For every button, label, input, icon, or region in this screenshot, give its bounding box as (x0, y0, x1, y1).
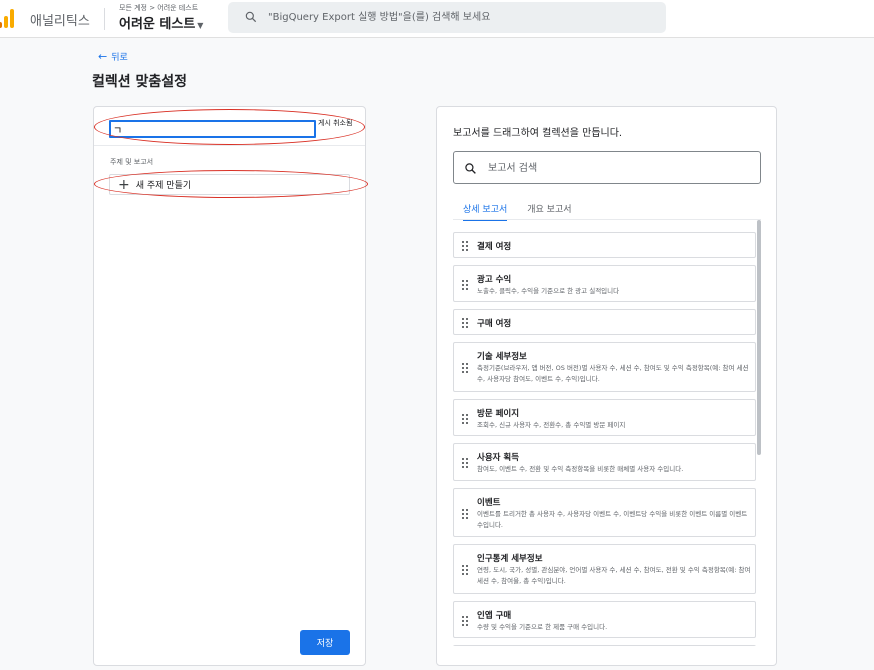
app-name: 애널리틱스 (30, 14, 90, 29)
report-title: 광고 수익 (477, 275, 512, 285)
drag-handle-icon[interactable] (462, 565, 470, 575)
report-title: 이벤트 (477, 498, 501, 508)
report-library-panel: 보고서를 드래그하여 컬렉션을 만듭니다. 상세 보고서 개요 보고서 결제 여… (436, 106, 777, 666)
save-button[interactable]: 저장 (300, 630, 350, 655)
global-search[interactable] (228, 2, 666, 33)
drag-handle-icon[interactable] (462, 318, 470, 328)
drag-handle-icon[interactable] (462, 363, 470, 373)
report-title: 인구통계 세부정보 (477, 554, 543, 564)
cancel-edit-label[interactable]: 게시 취소됨 (318, 118, 360, 128)
report-description: 수량 및 수익을 기준으로 한 제품 구매 수입니다. (477, 623, 608, 631)
collection-name-input[interactable] (109, 120, 316, 138)
report-card[interactable]: 광고 수익 노출수, 클릭수, 수익을 기준으로 한 광고 실적입니다 (453, 265, 756, 302)
report-card[interactable]: 방문 페이지 조회수, 신규 사용자 수, 전환수, 총 수익별 방문 페이지 (453, 399, 756, 436)
drag-handle-icon[interactable] (462, 414, 470, 424)
divider (94, 145, 365, 146)
property-name: 어려운 테스트 (119, 17, 196, 32)
report-title: 구매 여정 (477, 319, 512, 329)
logo-bar-large (10, 9, 14, 28)
new-topic-button[interactable]: + 새 주제 만들기 (109, 174, 350, 195)
collection-editor-panel: 게시 취소됨 주제 및 보고서 + 새 주제 만들기 저장 (93, 106, 366, 666)
property-selector[interactable]: 어려운 테스트 ▼ (119, 13, 203, 32)
report-title: 방문 페이지 (477, 409, 520, 419)
report-description: 이벤트를 트리거한 총 사용자 수, 사용자당 이벤트 수, 이벤트당 수익을 … (477, 510, 748, 529)
search-icon (465, 163, 476, 174)
report-card[interactable]: 인앱 구매 수량 및 수익을 기준으로 한 제품 구매 수입니다. (453, 601, 756, 638)
report-description: 참여도, 이벤트 수, 전환 및 수익 측정항목을 비롯한 매체별 사용자 수입… (477, 465, 684, 473)
analytics-logo-icon[interactable] (0, 8, 18, 28)
report-card[interactable]: 인구통계 세부정보 연령, 도시, 국가, 성별, 관심분야, 언어별 사용자 … (453, 544, 756, 594)
top-bar: 애널리틱스 모든 계정 > 어려운 테스트 어려운 테스트 ▼ (0, 0, 874, 38)
report-title: 사용자 획득 (477, 453, 520, 463)
report-card[interactable]: 기술 세부정보 측정기준(브라우저, 앱 버전, OS 버전)별 사용자 수, … (453, 342, 756, 392)
page-title: 컬렉션 맞춤설정 (92, 74, 188, 90)
logo-bar-small (0, 22, 2, 28)
report-description: 측정기준(브라우저, 앱 버전, OS 버전)별 사용자 수, 세션 수, 참여… (477, 364, 749, 383)
arrow-back-icon: ← (98, 50, 108, 63)
report-card[interactable]: 결제 여정 (453, 232, 756, 258)
back-label: 뒤로 (111, 53, 128, 63)
report-card[interactable] (453, 645, 756, 646)
report-card[interactable]: 구매 여정 (453, 309, 756, 335)
report-description: 조회수, 신규 사용자 수, 전환수, 총 수익별 방문 페이지 (477, 421, 626, 429)
drag-hint: 보고서를 드래그하여 컬렉션을 만듭니다. (453, 128, 623, 139)
topics-section-label: 주제 및 보고서 (110, 158, 154, 166)
account-breadcrumb[interactable]: 모든 계정 > 어려운 테스트 (119, 3, 198, 13)
report-title: 결제 여정 (477, 242, 512, 252)
global-search-input[interactable] (268, 8, 648, 27)
report-description: 연령, 도시, 국가, 성별, 관심분야, 언어별 사용자 수, 세션 수, 참… (477, 566, 751, 585)
drag-handle-icon[interactable] (462, 458, 470, 468)
back-link[interactable]: ← 뒤로 (98, 50, 128, 63)
header-divider (104, 8, 105, 30)
report-list: 결제 여정 광고 수익 노출수, 클릭수, 수익을 기준으로 한 광고 실적입니… (453, 232, 757, 646)
report-description: 노출수, 클릭수, 수익을 기준으로 한 광고 실적입니다 (477, 287, 620, 295)
report-list-scrollbar[interactable] (757, 220, 761, 455)
report-search-input[interactable] (488, 159, 748, 177)
tabs-divider (453, 219, 761, 220)
logo-bar-medium (4, 16, 8, 28)
drag-handle-icon[interactable] (462, 616, 470, 626)
new-topic-label: 새 주제 만들기 (135, 181, 192, 191)
plus-icon: + (118, 176, 130, 193)
search-icon (245, 11, 257, 23)
report-title: 인앱 구매 (477, 611, 512, 621)
report-search[interactable] (453, 151, 761, 184)
drag-handle-icon[interactable] (462, 280, 470, 290)
report-title: 기술 세부정보 (477, 352, 527, 362)
caret-down-icon: ▼ (197, 21, 204, 30)
report-card[interactable]: 사용자 획득 참여도, 이벤트 수, 전환 및 수익 측정항목을 비롯한 매체별… (453, 443, 756, 481)
drag-handle-icon[interactable] (462, 241, 470, 251)
drag-handle-icon[interactable] (462, 509, 470, 519)
report-card[interactable]: 이벤트 이벤트를 트리거한 총 사용자 수, 사용자당 이벤트 수, 이벤트당 … (453, 488, 756, 537)
